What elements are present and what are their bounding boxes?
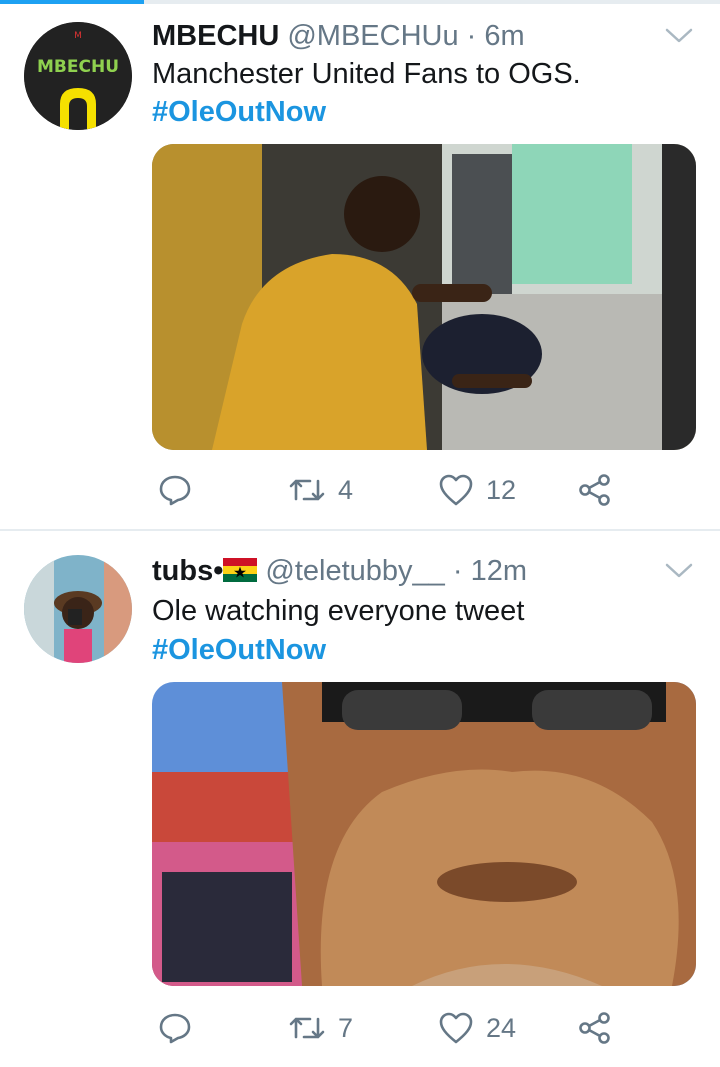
tweet-actions: 4 12 (152, 470, 696, 510)
retweet-button[interactable]: 7 (288, 1008, 353, 1048)
avatar-logo-text: MBECHU (37, 57, 119, 77)
retweet-icon (289, 479, 325, 501)
heart-icon (439, 474, 473, 506)
share-button[interactable] (578, 470, 612, 510)
tweet-1[interactable]: MBECHU M MBECHU @MBECHUu · 6m Manchester… (0, 0, 720, 530)
like-button[interactable]: 12 (438, 470, 516, 510)
retweet-icon (289, 1017, 325, 1039)
reply-button[interactable] (158, 1008, 192, 1048)
avatar-image (24, 555, 132, 663)
tweet-media-image[interactable] (152, 144, 696, 450)
reply-icon (159, 1013, 191, 1044)
share-icon (579, 474, 610, 506)
separator: · (466, 20, 477, 52)
hashtag-link[interactable]: #OleOutNow (152, 634, 326, 667)
display-name[interactable]: tubs• (152, 555, 223, 587)
avatar-image: MBECHU M (24, 22, 132, 130)
tweet-header: tubs• @teletubby__ · 12m (152, 555, 527, 588)
handle[interactable]: @MBECHUu (287, 20, 458, 52)
tweet-header: MBECHU @MBECHUu · 6m (152, 20, 525, 53)
heart-icon (439, 1012, 473, 1044)
timestamp[interactable]: 12m (471, 555, 527, 587)
like-button[interactable]: 24 (438, 1008, 516, 1048)
avatar[interactable]: MBECHU M (24, 22, 132, 130)
timestamp[interactable]: 6m (484, 20, 524, 52)
reply-button[interactable] (158, 470, 192, 510)
tweet-2[interactable]: tubs• @teletubby__ · 12m Ole watching ev… (0, 531, 720, 1067)
display-name[interactable]: MBECHU (152, 20, 279, 52)
reply-icon (159, 475, 191, 506)
like-count: 24 (486, 1012, 517, 1043)
media-photo (152, 682, 696, 986)
retweet-count: 4 (338, 474, 354, 505)
like-count: 12 (486, 474, 517, 505)
tweet-text: Manchester United Fans to OGS. (152, 58, 581, 90)
retweet-button[interactable]: 4 (288, 470, 353, 510)
share-icon (579, 1012, 610, 1044)
tweet-text: Ole watching everyone tweet (152, 595, 525, 627)
hashtag-link[interactable]: #OleOutNow (152, 96, 326, 129)
tweet-actions: 7 24 (152, 1008, 696, 1048)
avatar[interactable] (24, 555, 132, 663)
retweet-count: 7 (338, 1012, 354, 1043)
chevron-down-icon[interactable] (664, 26, 694, 46)
share-button[interactable] (578, 1008, 612, 1048)
chevron-down-icon[interactable] (664, 561, 694, 581)
tweet-media-image[interactable] (152, 682, 696, 986)
svg-text:M: M (74, 31, 82, 41)
media-photo (152, 144, 696, 450)
ghana-flag-icon (223, 558, 258, 582)
handle[interactable]: @teletubby__ (265, 555, 444, 587)
separator: · (452, 555, 463, 587)
